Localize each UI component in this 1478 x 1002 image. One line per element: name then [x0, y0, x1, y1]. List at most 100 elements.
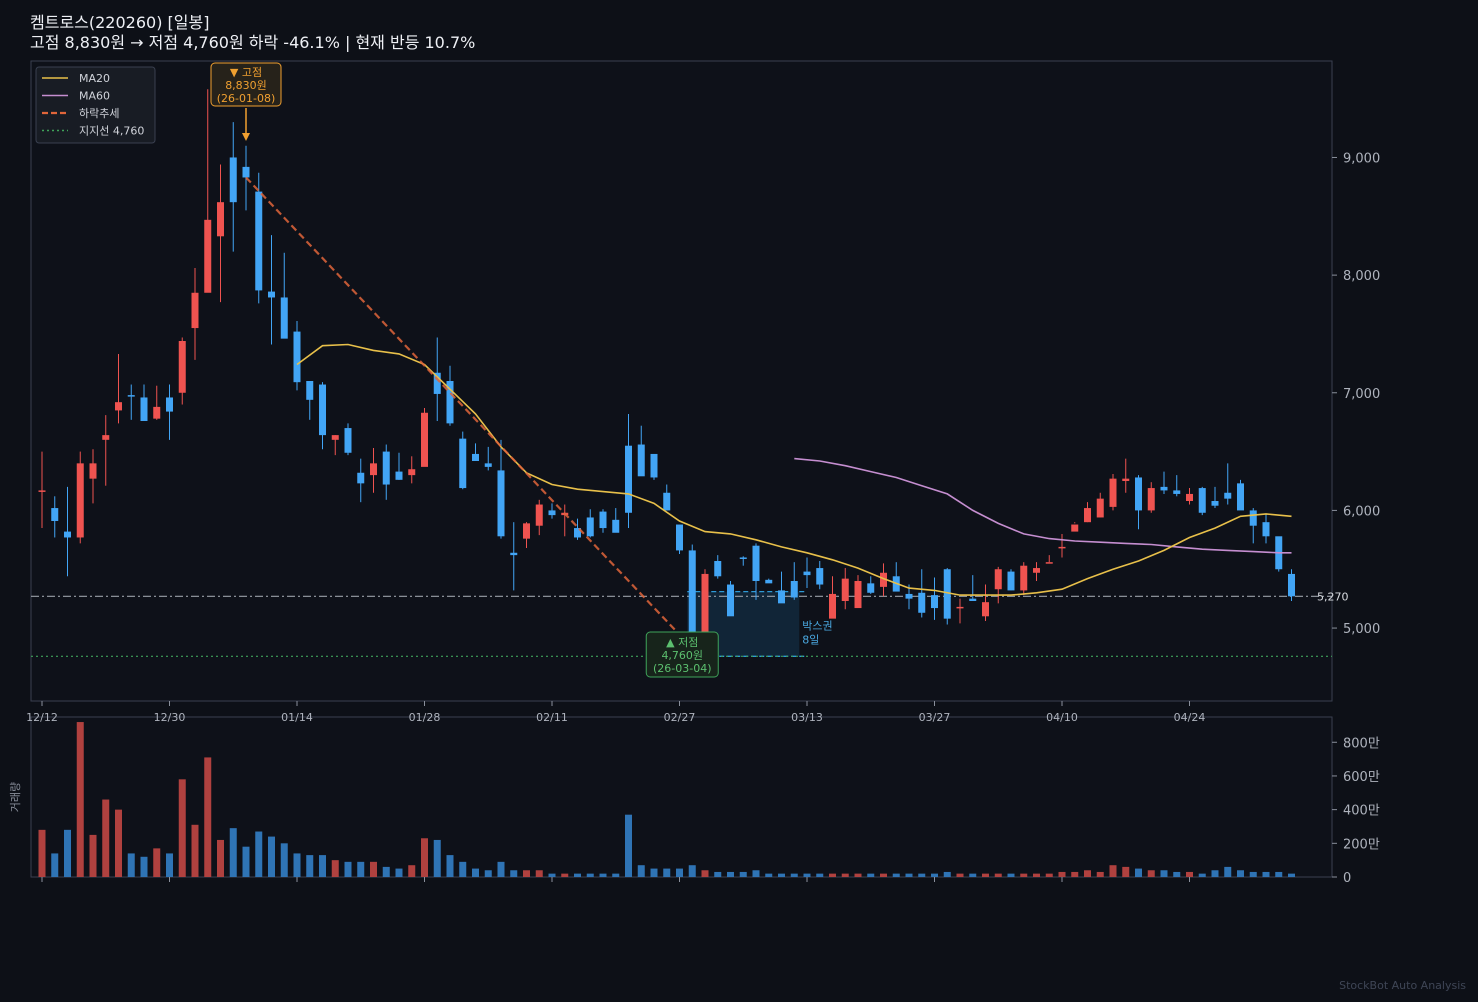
- volume-bar: [217, 839, 224, 877]
- volume-bar: [778, 873, 785, 877]
- volume-axis-label: 거래량: [9, 782, 22, 812]
- legend-label: 하락추세: [79, 106, 119, 120]
- volume-bar: [76, 722, 84, 877]
- volume-bar: [1096, 871, 1104, 877]
- candle-body: [854, 581, 862, 609]
- x-tick-label: 01/14: [281, 711, 313, 724]
- box-zone-label: 박스권: [802, 620, 832, 633]
- volume-bar: [1249, 871, 1257, 877]
- candlestick-chart: 5,000 6,000 7,000 8,000 9,000 0 200만 400만 600만 80…: [9, 60, 1380, 886]
- candle-body: [1288, 573, 1295, 597]
- box-zone-days: 8일: [802, 633, 819, 647]
- volume-bar: [727, 871, 734, 877]
- volume-bar: [701, 870, 709, 877]
- candle-body: [229, 157, 237, 203]
- candle-body: [994, 569, 1002, 590]
- volume-bar: [1288, 873, 1295, 877]
- candle-body: [280, 297, 288, 339]
- candle-body: [421, 412, 428, 467]
- volume-panel: [30, 716, 1333, 878]
- candle-body: [829, 593, 836, 619]
- volume-bar: [1275, 871, 1283, 877]
- volume-bar: [880, 873, 887, 877]
- volume-bar: [191, 824, 199, 877]
- candle-body: [931, 595, 938, 609]
- candle-body: [459, 438, 467, 489]
- volume-bar: [931, 873, 938, 877]
- volume-bar: [561, 873, 569, 877]
- candle-body: [357, 472, 365, 484]
- volume-bar: [1160, 870, 1168, 877]
- candle-body: [816, 568, 824, 585]
- volume-bar: [956, 873, 964, 877]
- volume-bar: [140, 856, 148, 877]
- volume-bar: [268, 836, 275, 877]
- candle-body: [140, 397, 148, 421]
- candle-body: [714, 561, 722, 577]
- candle-body: [64, 531, 71, 538]
- volume-bar: [510, 870, 518, 877]
- candle-body: [867, 583, 875, 593]
- candle-body: [1109, 478, 1117, 507]
- candle-body: [127, 395, 135, 397]
- candle-body: [1224, 492, 1232, 499]
- candle-body: [115, 402, 122, 411]
- volume-bar: [1007, 873, 1015, 877]
- volume-bar: [1262, 871, 1270, 877]
- candle-body: [1135, 477, 1142, 511]
- candle-body: [1071, 524, 1079, 532]
- candle-body: [663, 492, 671, 511]
- volume-bar: [1122, 866, 1130, 877]
- volume-bar: [331, 860, 339, 877]
- volume-bar: [472, 868, 479, 877]
- volume-bar: [446, 855, 454, 877]
- trough-label-price: 4,760원: [661, 649, 703, 662]
- volume-bar: [625, 814, 632, 877]
- volume-bar: [816, 873, 824, 877]
- price-panel: [30, 60, 1333, 702]
- volume-bar: [1020, 873, 1028, 877]
- candle-body: [217, 202, 224, 237]
- volume-bar: [1173, 871, 1181, 877]
- current-price-label: 5,270: [1317, 590, 1349, 603]
- volume-bar: [714, 871, 722, 877]
- volume-bar: [548, 873, 556, 877]
- volume-bar: [395, 868, 403, 877]
- volume-bar: [841, 873, 849, 877]
- volume-bar: [115, 809, 122, 877]
- volume-bar: [319, 855, 326, 877]
- volume-bar: [1058, 871, 1066, 877]
- candle-body: [1147, 488, 1155, 511]
- candle-body: [331, 435, 339, 440]
- volume-bar: [663, 868, 671, 877]
- volume-bar: [242, 846, 250, 877]
- x-tick-label: 12/30: [154, 711, 186, 724]
- volume-bar: [1186, 871, 1193, 877]
- candle-body: [319, 384, 326, 436]
- candle-body: [1173, 490, 1181, 494]
- volume-tick-label: 800만: [1343, 736, 1380, 751]
- candle-body: [586, 517, 594, 537]
- volume-bar: [433, 839, 441, 877]
- candle-body: [982, 602, 989, 617]
- volume-bar: [1211, 870, 1219, 877]
- candle-body: [102, 435, 110, 440]
- x-tick-label: 04/10: [1046, 711, 1078, 724]
- candle-body: [905, 593, 913, 599]
- candle-body: [344, 428, 352, 453]
- candle-body: [395, 471, 403, 480]
- candle-body: [1007, 571, 1015, 591]
- legend-label: MA20: [79, 72, 110, 85]
- volume-bar: [650, 868, 658, 877]
- volume-bar: [676, 868, 683, 877]
- volume-bar: [1147, 870, 1155, 877]
- candle-body: [637, 444, 645, 477]
- x-tick-label: 12/12: [26, 711, 58, 724]
- candle-body: [1084, 508, 1091, 523]
- candle-body: [204, 219, 212, 293]
- volume-bar: [1109, 865, 1117, 877]
- volume-bar: [739, 871, 747, 877]
- volume-bar: [408, 865, 416, 877]
- x-tick-label: 02/27: [664, 711, 696, 724]
- volume-bar: [803, 873, 811, 877]
